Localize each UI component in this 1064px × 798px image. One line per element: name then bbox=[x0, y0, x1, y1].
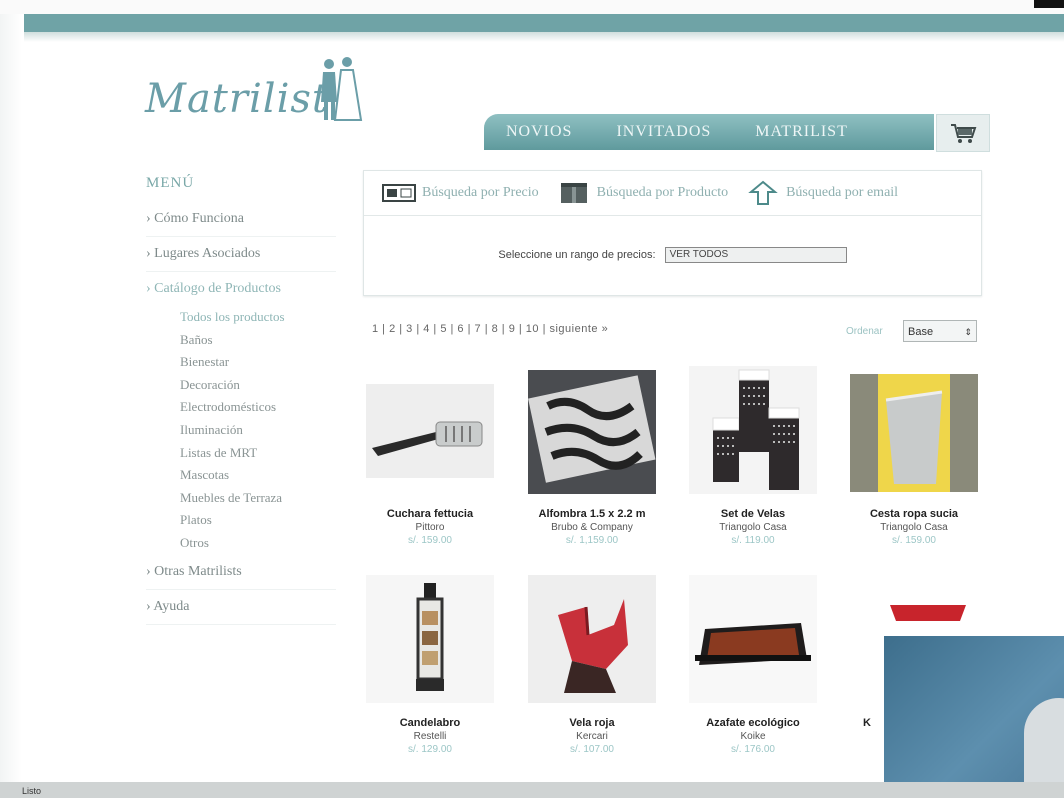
product-image[interactable] bbox=[689, 366, 817, 494]
subcategory-item[interactable]: Decoración bbox=[180, 374, 336, 397]
sidebar: MENÚ › Cómo Funciona › Lugares Asociados… bbox=[146, 175, 336, 625]
search-tab-price-label: Búsqueda por Precio bbox=[422, 185, 539, 200]
gift-box-icon bbox=[557, 182, 591, 204]
search-tab-email-label: Búsqueda por email bbox=[786, 185, 899, 200]
status-text: Listo bbox=[22, 786, 42, 796]
product-brand: Triangolo Casa bbox=[880, 522, 948, 533]
product-image[interactable] bbox=[528, 575, 656, 703]
tab-novios[interactable]: NOVIOS bbox=[484, 123, 594, 141]
subcategory-item[interactable]: Muebles de Terraza bbox=[180, 487, 336, 510]
site-logo[interactable]: Matrilist bbox=[145, 57, 375, 138]
product-name[interactable]: Cesta ropa sucia bbox=[839, 508, 989, 520]
shopping-cart-icon bbox=[951, 124, 977, 143]
product-image[interactable] bbox=[689, 575, 817, 703]
product-brand: Pittoro bbox=[415, 522, 445, 533]
search-tab-email[interactable]: Búsqueda por email bbox=[746, 180, 899, 205]
product-card[interactable]: Set de Velas Triangolo Casa s/. 119.00 bbox=[678, 366, 828, 546]
upload-arrow-icon bbox=[746, 180, 780, 205]
product-card[interactable]: Vela roja Kercari s/. 107.00 bbox=[517, 575, 667, 755]
logo-text: Matrilist bbox=[145, 76, 329, 122]
product-price: s/. 1,159.00 bbox=[565, 535, 619, 546]
product-brand: Brubo & Company bbox=[551, 522, 633, 533]
status-bar bbox=[0, 782, 1064, 798]
page-left-edge bbox=[0, 0, 22, 798]
subcategory-item[interactable]: Bienestar bbox=[180, 351, 336, 374]
tab-matrilist[interactable]: MATRILIST bbox=[733, 123, 870, 141]
product-image[interactable] bbox=[366, 575, 494, 703]
product-price: s/. 107.00 bbox=[570, 744, 614, 755]
product-name[interactable]: Vela roja bbox=[517, 717, 667, 729]
subcategory-item[interactable]: Iluminación bbox=[180, 419, 336, 442]
price-range-label: Seleccione un rango de precios: bbox=[498, 248, 656, 261]
price-tag-icon bbox=[382, 182, 416, 204]
pagination[interactable]: 1 | 2 | 3 | 4 | 5 | 6 | 7 | 8 | 9 | 10 |… bbox=[372, 323, 608, 335]
product-price: s/. 129.00 bbox=[408, 744, 452, 755]
order-select-value: Base bbox=[908, 326, 934, 338]
price-range-select[interactable]: VER TODOS bbox=[664, 247, 847, 263]
sidebar-item-ayuda[interactable]: › Ayuda bbox=[146, 590, 336, 625]
search-tab-product-label: Búsqueda por Producto bbox=[596, 185, 729, 200]
price-range-row: Seleccione un rango de precios: VER TODO… bbox=[364, 247, 981, 263]
product-brand: Triangolo Casa bbox=[719, 522, 787, 533]
subcategory-item[interactable]: Mascotas bbox=[180, 464, 336, 487]
product-price: s/. 159.00 bbox=[892, 535, 936, 546]
product-brand: Restelli bbox=[413, 731, 447, 742]
chevron-updown-icon: ⇕ bbox=[964, 327, 972, 337]
subcategory-item[interactable]: Platos bbox=[180, 509, 336, 532]
sidebar-item-otras-matrilists[interactable]: › Otras Matrilists bbox=[146, 555, 336, 590]
product-price: s/. 119.00 bbox=[731, 535, 775, 546]
subcategory-item[interactable]: Listas de MRT bbox=[180, 442, 336, 465]
product-image[interactable] bbox=[528, 366, 656, 494]
window-corner bbox=[1034, 0, 1064, 8]
product-card[interactable]: Candelabro Restelli s/. 129.00 bbox=[355, 575, 505, 755]
product-name[interactable]: Cuchara fettucia bbox=[355, 508, 505, 520]
main-tabs: NOVIOS INVITADOS MATRILIST bbox=[484, 114, 934, 150]
video-overlay bbox=[884, 636, 1064, 798]
header-shade bbox=[24, 32, 1064, 42]
couple-icon bbox=[321, 57, 363, 121]
search-tabs: Búsqueda por Precio Búsqueda por Product… bbox=[364, 171, 981, 216]
product-name[interactable]: Set de Velas bbox=[678, 508, 828, 520]
product-card[interactable]: Cuchara fettucia Pittoro s/. 159.00 bbox=[355, 366, 505, 546]
cart-button[interactable] bbox=[936, 114, 990, 152]
sidebar-title: MENÚ bbox=[146, 175, 195, 191]
product-price: s/. 159.00 bbox=[408, 535, 452, 546]
order-label: Ordenar bbox=[846, 326, 883, 337]
product-brand: Koike bbox=[740, 731, 766, 742]
product-image[interactable] bbox=[366, 366, 494, 494]
subcategory-item[interactable]: Todos los productos bbox=[180, 306, 336, 329]
sidebar-item-catalogo[interactable]: › Catálogo de Productos bbox=[146, 272, 336, 306]
subcategory-item[interactable]: Electrodomésticos bbox=[180, 396, 336, 419]
catalog-subcategories: Todos los productos Baños Bienestar Deco… bbox=[146, 306, 336, 555]
product-name[interactable]: Azafate ecológico bbox=[678, 717, 828, 729]
search-tab-price[interactable]: Búsqueda por Precio bbox=[382, 182, 539, 204]
search-panel: Búsqueda por Precio Búsqueda por Product… bbox=[363, 170, 982, 296]
header-bar bbox=[24, 14, 1064, 32]
tab-invitados[interactable]: INVITADOS bbox=[594, 123, 733, 141]
product-brand: Kercari bbox=[576, 731, 608, 742]
product-name[interactable]: Alfombra 1.5 x 2.2 m bbox=[517, 508, 667, 520]
subcategory-item[interactable]: Otros bbox=[180, 532, 336, 555]
product-name[interactable]: Candelabro bbox=[355, 717, 505, 729]
sidebar-item-como-funciona[interactable]: › Cómo Funciona bbox=[146, 202, 336, 237]
product-card[interactable]: Cesta ropa sucia Triangolo Casa s/. 159.… bbox=[839, 366, 989, 546]
order-select[interactable]: Base ⇕ bbox=[903, 320, 977, 342]
product-image[interactable] bbox=[850, 366, 978, 494]
subcategory-item[interactable]: Baños bbox=[180, 329, 336, 352]
top-strip bbox=[0, 0, 1064, 14]
sidebar-item-lugares-asociados[interactable]: › Lugares Asociados bbox=[146, 237, 336, 272]
search-tab-product[interactable]: Búsqueda por Producto bbox=[557, 182, 728, 204]
product-price: s/. 176.00 bbox=[731, 744, 775, 755]
product-card[interactable]: Azafate ecológico Koike s/. 176.00 bbox=[678, 575, 828, 755]
product-card[interactable]: Alfombra 1.5 x 2.2 m Brubo & Company s/.… bbox=[517, 366, 667, 546]
